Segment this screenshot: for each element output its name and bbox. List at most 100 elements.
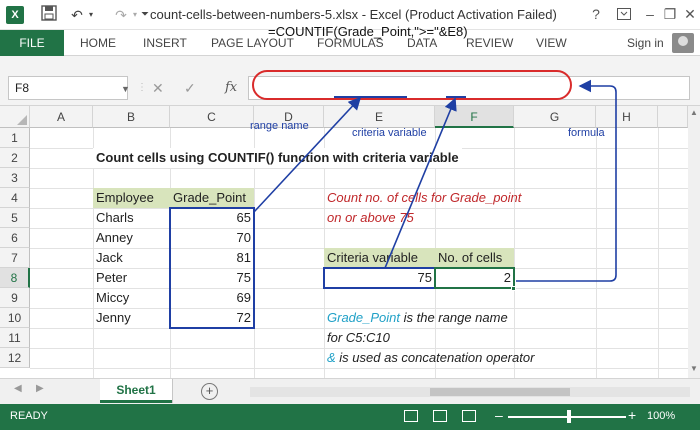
tab-view[interactable]: VIEW — [536, 30, 567, 56]
sheet-next-icon[interactable]: ▶ — [36, 383, 44, 394]
footnote-range-ref[interactable]: for C5:C10 — [324, 328, 393, 348]
undo-icon[interactable]: ↶ — [68, 5, 86, 25]
tab-file[interactable]: FILE — [0, 30, 64, 56]
row-header[interactable]: 7 — [0, 248, 30, 268]
table-cell-employee[interactable]: Jack — [93, 248, 170, 268]
row-header[interactable]: 1 — [0, 128, 30, 148]
sheet-tab-bar: ◀ ▶ Sheet1 + — [0, 378, 700, 404]
ribbon-display-icon[interactable] — [610, 2, 638, 26]
row-header[interactable]: 6 — [0, 228, 30, 248]
footnote-range-name[interactable]: Grade_Point is the range name — [324, 308, 511, 328]
insert-function-button[interactable]: fx — [225, 77, 237, 99]
enter-icon[interactable]: ✓ — [184, 77, 196, 99]
vertical-scrollbar[interactable]: ▲ ▼ — [688, 106, 700, 378]
annotation-range-name: range name — [250, 120, 309, 132]
table-cell-employee[interactable]: Charls — [93, 208, 170, 228]
avatar[interactable] — [672, 33, 694, 53]
worksheet-grid[interactable]: A B C D E F G H 1 2 3 4 5 6 7 8 9 10 11 … — [0, 106, 700, 378]
annotation-criteria-variable: criteria variable — [352, 127, 427, 139]
column-header-c[interactable]: C — [170, 106, 254, 128]
table-header-employee[interactable]: Employee — [93, 188, 170, 208]
redo-icon[interactable]: ↷ — [112, 5, 130, 25]
chevron-down-icon[interactable]: ▼ — [121, 78, 130, 100]
footnote-text: is used as concatenation operator — [335, 350, 535, 365]
table-cell-employee[interactable]: Miccy — [93, 288, 170, 308]
gridline — [30, 368, 688, 369]
sheet-tab-active[interactable]: Sheet1 — [100, 379, 172, 403]
close-icon[interactable]: ✕ — [676, 2, 700, 26]
range-highlight-box — [169, 207, 255, 329]
column-header-a[interactable]: A — [30, 106, 93, 128]
column-header-f[interactable]: F — [435, 106, 514, 128]
column-header-e[interactable]: E — [324, 106, 435, 128]
row-header[interactable]: 4 — [0, 188, 30, 208]
more-icon: ⋮ — [137, 82, 147, 93]
formula-text: =COUNTIF(Grade_Point,">="&E8) — [268, 24, 468, 39]
column-header-b[interactable]: B — [93, 106, 170, 128]
annotation-formula: formula — [568, 127, 605, 139]
select-all-corner[interactable] — [0, 106, 30, 128]
status-text: READY — [10, 410, 48, 422]
scroll-down-icon[interactable]: ▼ — [688, 364, 700, 373]
criteria-header[interactable]: Criteria variable — [324, 248, 435, 268]
row-header[interactable]: 12 — [0, 348, 30, 368]
sign-in-link[interactable]: Sign in — [627, 30, 664, 56]
footnote-text: is the range name — [400, 310, 508, 325]
page-layout-view-icon[interactable] — [433, 410, 447, 422]
tab-review[interactable]: REVIEW — [466, 30, 513, 56]
name-box-value: F8 — [15, 81, 30, 95]
gridline — [30, 168, 688, 169]
customize-icon[interactable]: ⏷ — [140, 5, 150, 25]
window-title: count-cells-between-numbers-5.xlsx - Exc… — [150, 7, 557, 22]
sheet-heading[interactable]: Count cells using COUNTIF() function wit… — [93, 148, 462, 168]
scroll-up-icon[interactable]: ▲ — [688, 108, 700, 117]
name-box[interactable]: F8 ▼ — [8, 76, 130, 100]
row-header[interactable]: 2 — [0, 148, 30, 168]
row-header[interactable]: 8 — [0, 268, 30, 288]
table-cell-employee[interactable]: Anney — [93, 228, 170, 248]
fill-handle[interactable] — [511, 286, 516, 291]
add-sheet-icon[interactable]: + — [201, 383, 218, 400]
active-cell-border — [434, 267, 515, 289]
zoom-slider-thumb[interactable] — [567, 410, 571, 423]
redo-dropdown-icon[interactable]: ▾ — [130, 5, 140, 25]
zoom-level[interactable]: 100% — [647, 410, 675, 422]
count-header[interactable]: No. of cells — [435, 248, 514, 268]
help-icon[interactable]: ? — [582, 2, 610, 26]
criteria-highlight-box — [323, 267, 436, 289]
column-header-filler — [658, 106, 688, 128]
sheet-prev-icon[interactable]: ◀ — [14, 383, 22, 394]
table-cell-employee[interactable]: Jenny — [93, 308, 170, 328]
page-break-view-icon[interactable] — [462, 410, 476, 422]
row-header[interactable]: 3 — [0, 168, 30, 188]
tab-insert[interactable]: INSERT — [143, 30, 187, 56]
save-icon[interactable] — [40, 5, 58, 25]
status-bar: READY – + 100% — [0, 404, 700, 430]
zoom-out-button[interactable]: – — [495, 407, 503, 423]
range-name-text: Grade_Point — [327, 310, 400, 325]
undo-dropdown-icon[interactable]: ▾ — [86, 5, 96, 25]
note-text[interactable]: on or above 75 — [324, 208, 417, 228]
cancel-icon[interactable]: ✕ — [152, 77, 164, 99]
column-header-g[interactable]: G — [514, 106, 596, 128]
note-text[interactable]: Count no. of cells for Grade_point — [324, 188, 524, 208]
horizontal-scrollbar[interactable] — [250, 387, 690, 397]
horizontal-scroll-thumb[interactable] — [430, 388, 570, 396]
footnote-concat[interactable]: & is used as concatenation operator — [324, 348, 537, 368]
formula-highlight-oval — [252, 70, 572, 100]
row-header[interactable]: 9 — [0, 288, 30, 308]
normal-view-icon[interactable] — [404, 410, 418, 422]
excel-logo-icon: X — [6, 6, 24, 24]
column-header-h[interactable]: H — [596, 106, 658, 128]
concat-symbol-text: & — [327, 350, 336, 365]
tab-home[interactable]: HOME — [80, 30, 116, 56]
zoom-in-button[interactable]: + — [628, 407, 636, 423]
gridline — [596, 128, 597, 378]
row-header[interactable]: 11 — [0, 328, 30, 348]
gridline — [658, 128, 659, 378]
row-header[interactable]: 10 — [0, 308, 30, 328]
table-cell-employee[interactable]: Peter — [93, 268, 170, 288]
gridline — [514, 128, 515, 378]
row-header[interactable]: 5 — [0, 208, 30, 228]
table-header-grade-point[interactable]: Grade_Point — [170, 188, 254, 208]
